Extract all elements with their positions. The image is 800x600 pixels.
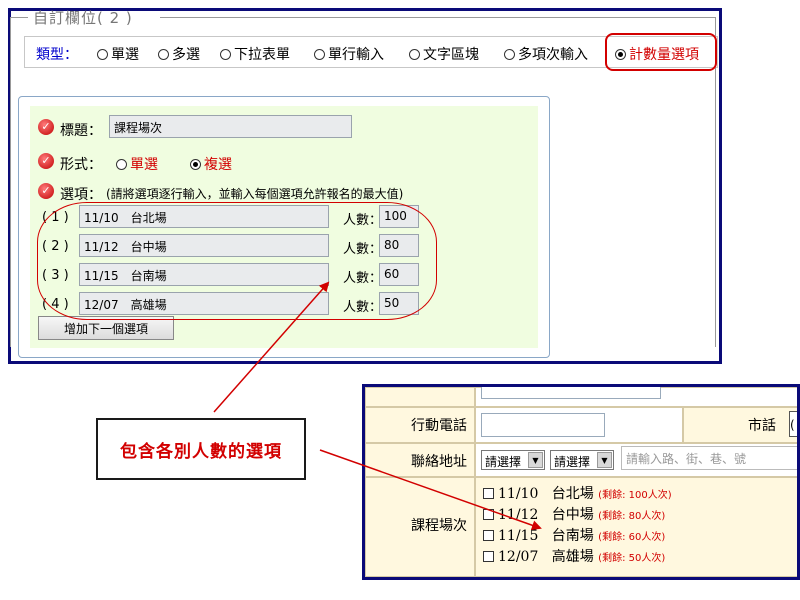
address-input[interactable]: 請輸入路、街、巷、號 <box>621 446 797 470</box>
mobile-label: 行動電話 <box>411 418 467 434</box>
type-option-text-block[interactable]: 文字區塊 <box>409 44 479 64</box>
checkbox-icon[interactable] <box>483 530 494 541</box>
radio-selected-icon[interactable] <box>190 158 201 170</box>
session-date: 11/10 <box>498 486 539 502</box>
session-label: 課程場次 <box>411 518 467 534</box>
session-name: 台中場 <box>551 507 594 523</box>
session-name: 台北場 <box>551 486 594 502</box>
highlight-box <box>605 33 717 71</box>
title-label: 標題： <box>60 123 102 139</box>
chevron-down-icon[interactable]: ▼ <box>597 452 612 468</box>
form-label: 形式： <box>60 157 102 173</box>
type-option-label: 下拉表單 <box>234 47 290 63</box>
type-option-label: 文字區塊 <box>423 47 479 63</box>
radio-icon[interactable] <box>97 48 108 60</box>
session-remaining: (剩餘: 80人次) <box>598 511 666 522</box>
radio-icon[interactable] <box>314 48 325 60</box>
type-option-single[interactable]: 單選 <box>97 44 139 64</box>
type-option-label: 單選 <box>111 47 139 63</box>
annotation-callout: 包含各別人數的選項 <box>96 418 306 480</box>
radio-icon[interactable] <box>116 158 127 170</box>
type-option-multi[interactable]: 多選 <box>158 44 200 64</box>
chevron-down-icon[interactable]: ▼ <box>528 452 543 468</box>
district-select[interactable]: 請選擇 ▼ <box>550 450 614 470</box>
city-select[interactable]: 請選擇 ▼ <box>481 450 545 470</box>
radio-icon[interactable] <box>158 48 169 60</box>
session-date: 11/12 <box>498 507 539 523</box>
form-option-label: 單選 <box>130 157 158 173</box>
fieldset-legend: 自訂欄位( 2 ) <box>33 9 133 27</box>
session-option[interactable]: 11/10 台北場 (剩餘: 100人次) <box>483 483 672 503</box>
session-date: 11/15 <box>498 528 539 544</box>
radio-icon[interactable] <box>409 48 420 60</box>
type-option-label: 單行輸入 <box>328 47 384 63</box>
form-option-multi[interactable]: 複選 <box>190 154 232 174</box>
session-remaining: (剩餘: 50人次) <box>598 553 666 564</box>
form-option-label: 複選 <box>204 157 232 173</box>
type-option-label: 多選 <box>172 47 200 63</box>
session-name: 高雄場 <box>551 549 594 565</box>
options-hint: (請將選項逐行輸入，並輸入每個選項允許報名的最大值) <box>106 187 404 201</box>
checkbox-icon[interactable] <box>483 488 494 499</box>
district-select-value: 請選擇 <box>554 455 591 469</box>
session-option[interactable]: 11/12 台中場 (剩餘: 80人次) <box>483 504 665 524</box>
options-label: 選項： <box>60 187 102 203</box>
type-label: 類型： <box>36 47 78 63</box>
mobile-input[interactable] <box>481 413 605 437</box>
form-option-single[interactable]: 單選 <box>116 154 158 174</box>
session-option[interactable]: 11/15 台南場 (剩餘: 60人次) <box>483 525 665 545</box>
title-input[interactable]: 課程場次 <box>109 115 352 138</box>
session-remaining: (剩餘: 100人次) <box>598 490 672 501</box>
required-check-icon: ✓ <box>38 153 54 169</box>
session-option[interactable]: 12/07 高雄場 (剩餘: 50人次) <box>483 546 665 566</box>
city-select-value: 請選擇 <box>485 455 522 469</box>
registration-form-preview: 行動電話 市話 ( 聯絡地址 請選擇 ▼ 請選擇 ▼ 請輸入路、街、巷、號 課程… <box>362 384 800 580</box>
type-option-label: 多項次輸入 <box>518 47 588 63</box>
table-cell <box>683 407 797 443</box>
phone-label: 市話 <box>748 418 776 434</box>
address-label: 聯絡地址 <box>411 454 467 470</box>
session-date: 12/07 <box>498 549 539 565</box>
type-option-multi-item[interactable]: 多項次輸入 <box>504 44 588 64</box>
table-cell <box>365 387 475 407</box>
required-check-icon: ✓ <box>38 119 54 135</box>
checkbox-icon[interactable] <box>483 509 494 520</box>
type-option-single-line[interactable]: 單行輸入 <box>314 44 384 64</box>
required-check-icon: ✓ <box>38 183 54 199</box>
checkbox-icon[interactable] <box>483 551 494 562</box>
radio-icon[interactable] <box>504 48 515 60</box>
options-highlight-ellipse <box>37 202 437 320</box>
text-field-top[interactable] <box>481 387 661 399</box>
session-remaining: (剩餘: 60人次) <box>598 532 666 543</box>
radio-icon[interactable] <box>220 48 231 60</box>
session-name: 台南場 <box>551 528 594 544</box>
phone-input[interactable]: ( <box>789 411 797 437</box>
type-option-dropdown[interactable]: 下拉表單 <box>220 44 290 64</box>
